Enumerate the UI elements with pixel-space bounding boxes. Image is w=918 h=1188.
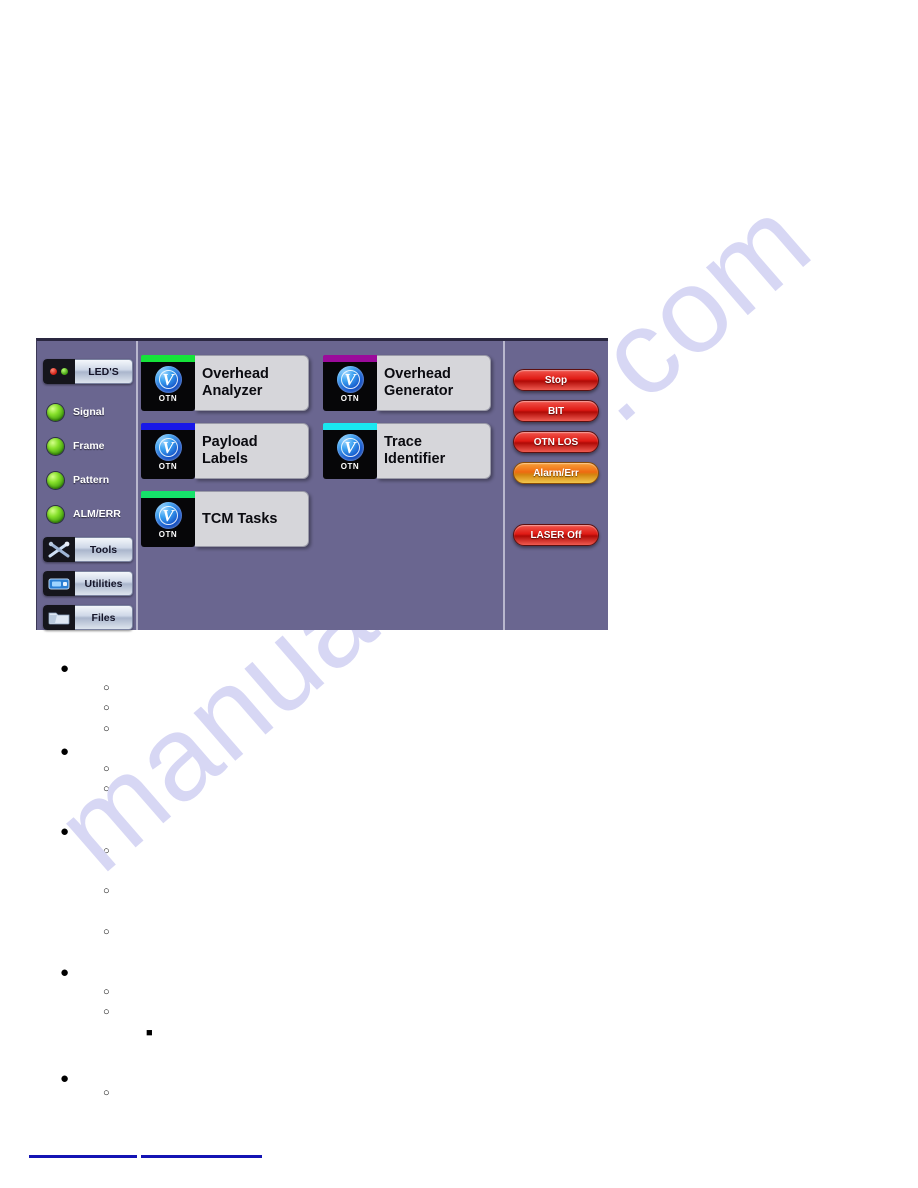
laser-off-button[interactable]: LASER Off (513, 524, 599, 546)
leds-button[interactable]: LED'S (43, 359, 133, 384)
otn-badge-text: OTN (158, 394, 178, 403)
otn-badge-text: OTN (158, 462, 178, 471)
list-bullet-level-2: ○ (103, 804, 110, 816)
otn-app-icon: V OTN (141, 362, 195, 411)
utilities-button[interactable]: Utilities (43, 571, 133, 596)
leds-button-label: LED'S (75, 359, 133, 384)
red-led-dot (50, 368, 57, 375)
tools-button-label: Tools (75, 537, 133, 562)
action-button-column: Stop BIT OTN LOS Alarm/Err LASER Off (509, 349, 607, 624)
list-bullet-level-1: ● (60, 660, 70, 677)
otn-app-icon: V OTN (141, 430, 195, 479)
leds-indicator-icon (43, 359, 75, 384)
pattern-led-icon (47, 471, 64, 489)
list-bullet-level-3: ■ (146, 1027, 153, 1039)
app-tile-label-line2: Labels (202, 451, 248, 467)
app-tile-label-line2: Identifier (384, 451, 446, 467)
app-tile-label: TCM Tasks (195, 491, 309, 547)
led-status-almerr: ALM/ERR (47, 505, 121, 523)
led-nav-column: LED'S Signal Frame Pattern ALM/ERR Tools… (41, 347, 135, 630)
app-tile-label-line1: Overhead (202, 366, 269, 383)
app-tile-overhead-generator[interactable]: V OTN Overhead Generator (323, 355, 491, 411)
folder-icon (43, 605, 75, 630)
list-bullet-level-2: ○ (103, 763, 110, 775)
list-bullet-level-2: ○ (103, 682, 110, 694)
list-bullet-level-1: ● (60, 823, 70, 840)
led-status-signal: Signal (47, 403, 105, 421)
app-tile-tcm-tasks[interactable]: V OTN TCM Tasks (141, 491, 309, 547)
tools-button[interactable]: Tools (43, 537, 133, 562)
stop-button[interactable]: Stop (513, 369, 599, 391)
frame-led-icon (47, 437, 64, 455)
otn-logo-icon: V (154, 434, 182, 461)
list-bullet-level-1: ● (60, 964, 70, 981)
list-bullet-level-2: ○ (103, 783, 110, 795)
otn-los-button[interactable]: OTN LOS (513, 431, 599, 453)
otn-logo-icon: V (154, 502, 182, 529)
almerr-led-label: ALM/ERR (73, 508, 121, 520)
app-tile-trace-identifier[interactable]: V OTN Trace Identifier (323, 423, 491, 479)
app-tile-label: Overhead Generator (377, 355, 491, 411)
signal-led-label: Signal (73, 406, 105, 418)
otn-app-icon: V OTN (323, 362, 377, 411)
otn-logo-icon: V (154, 366, 182, 393)
app-tile-label-line1: Overhead (384, 366, 451, 383)
app-tile-label-line2: Generator (384, 383, 454, 399)
app-tile-label-line1: Trace (384, 434, 422, 451)
app-tile-label-line1: Payload (202, 434, 258, 451)
app-tile-label-line1: TCM Tasks (202, 510, 278, 527)
list-bullet-level-2: ○ (103, 845, 110, 857)
led-status-pattern: Pattern (47, 471, 109, 489)
list-bullet-level-1: ● (60, 1070, 70, 1087)
app-tile-label: Payload Labels (195, 423, 309, 479)
app-tile-label: Overhead Analyzer (195, 355, 309, 411)
list-bullet-level-2: ○ (103, 1087, 110, 1099)
files-button-label: Files (75, 605, 133, 630)
green-led-dot (61, 368, 68, 375)
frame-led-label: Frame (73, 440, 105, 452)
app-tile-label: Trace Identifier (377, 423, 491, 479)
list-bullet-level-2: ○ (103, 986, 110, 998)
list-bullet-level-2: ○ (103, 885, 110, 897)
bit-button[interactable]: BIT (513, 400, 599, 422)
device-screen-panel: LED'S Signal Frame Pattern ALM/ERR Tools… (36, 338, 608, 630)
list-bullet-level-2: ○ (103, 723, 110, 735)
app-tile-overhead-analyzer[interactable]: V OTN Overhead Analyzer (141, 355, 309, 411)
pattern-led-label: Pattern (73, 474, 110, 486)
footer-link-rule-right[interactable] (141, 1155, 262, 1158)
list-bullet-level-2: ○ (103, 1006, 110, 1018)
list-bullet-level-1: ● (60, 743, 70, 760)
otn-app-icon: V OTN (323, 430, 377, 479)
otn-app-icon: V OTN (141, 498, 195, 547)
divider-right (503, 341, 505, 630)
otn-badge-text: OTN (158, 530, 178, 539)
footer-link-rule-left[interactable] (29, 1155, 137, 1158)
app-tile-payload-labels[interactable]: V OTN Payload Labels (141, 423, 309, 479)
list-bullet-level-2: ○ (103, 926, 110, 938)
files-button[interactable]: Files (43, 605, 133, 630)
otn-badge-text: OTN (340, 462, 360, 471)
almerr-led-icon (47, 505, 64, 523)
signal-led-icon (47, 403, 64, 421)
alarm-err-button[interactable]: Alarm/Err (513, 462, 599, 484)
tools-crossed-icon (43, 537, 75, 562)
otn-logo-icon: V (336, 366, 364, 393)
application-tiles-area: V OTN Overhead Analyzer V OTN Overhead G… (141, 349, 499, 624)
list-bullet-level-2: ○ (103, 702, 110, 714)
divider-left (136, 341, 138, 630)
utilities-button-label: Utilities (75, 571, 133, 596)
otn-logo-icon: V (336, 434, 364, 461)
led-status-frame: Frame (47, 437, 105, 455)
otn-badge-text: OTN (340, 394, 360, 403)
utilities-device-icon (43, 571, 75, 596)
app-tile-label-line2: Analyzer (202, 383, 263, 399)
